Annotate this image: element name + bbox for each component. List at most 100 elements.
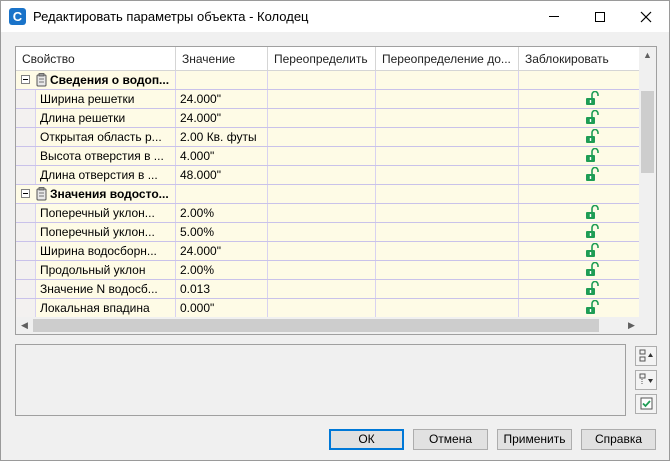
override-value-cell[interactable] <box>376 299 519 317</box>
horizontal-scrollbar[interactable]: ◀ ▶ <box>16 317 640 334</box>
property-value[interactable]: 5.00% <box>176 223 268 241</box>
override-value-cell[interactable] <box>376 147 519 165</box>
property-value[interactable]: 2.00% <box>176 261 268 279</box>
column-header-override-to[interactable]: Переопределение до... <box>376 47 519 71</box>
lock-cell <box>519 71 640 89</box>
override-value-cell[interactable] <box>376 166 519 184</box>
override-value-cell[interactable] <box>376 280 519 298</box>
override-cell[interactable] <box>268 204 376 222</box>
property-name: Локальная впадина <box>36 299 176 317</box>
lock-cell[interactable] <box>519 109 640 127</box>
property-row[interactable]: Поперечный уклон... 2.00% <box>16 204 640 223</box>
vertical-scrollbar[interactable]: ▲ <box>639 47 656 317</box>
property-value[interactable]: 0.000" <box>176 299 268 317</box>
property-value[interactable]: 2.00% <box>176 204 268 222</box>
lock-icon[interactable] <box>585 224 599 239</box>
override-cell[interactable] <box>268 223 376 241</box>
override-value-cell[interactable] <box>376 204 519 222</box>
category-row[interactable]: Сведения о водоп... <box>16 71 640 90</box>
property-value[interactable]: 0.013 <box>176 280 268 298</box>
ok-button[interactable]: ОК <box>329 429 404 450</box>
lock-icon[interactable] <box>585 148 599 163</box>
title-bar[interactable]: C Редактировать параметры объекта - Коло… <box>1 1 669 32</box>
lock-icon[interactable] <box>585 300 599 315</box>
column-header-property[interactable]: Свойство <box>16 47 176 71</box>
override-cell[interactable] <box>268 147 376 165</box>
lock-cell[interactable] <box>519 147 640 165</box>
lock-icon[interactable] <box>585 205 599 220</box>
property-grid[interactable]: Свойство Значение Переопределить Переопр… <box>15 46 657 335</box>
override-cell[interactable] <box>268 299 376 317</box>
property-row[interactable]: Локальная впадина 0.000" <box>16 299 640 318</box>
minimize-button[interactable] <box>531 1 577 32</box>
property-row[interactable]: Продольный уклон 2.00% <box>16 261 640 280</box>
property-row[interactable]: Высота отверстия в ... 4.000" <box>16 147 640 166</box>
property-value[interactable]: 24.000" <box>176 109 268 127</box>
override-cell[interactable] <box>268 90 376 108</box>
lock-cell[interactable] <box>519 242 640 260</box>
show-checked-button[interactable] <box>635 394 657 414</box>
override-cell[interactable] <box>268 166 376 184</box>
scroll-left-icon[interactable]: ◀ <box>16 317 33 334</box>
property-value[interactable]: 24.000" <box>176 242 268 260</box>
lock-cell[interactable] <box>519 128 640 146</box>
lock-icon[interactable] <box>585 110 599 125</box>
lock-cell[interactable] <box>519 90 640 108</box>
lock-cell[interactable] <box>519 261 640 279</box>
override-value-cell[interactable] <box>376 128 519 146</box>
lock-icon[interactable] <box>585 262 599 277</box>
lock-cell[interactable] <box>519 299 640 317</box>
category-row[interactable]: Значения водосто... <box>16 185 640 204</box>
scroll-up-icon[interactable]: ▲ <box>639 47 656 64</box>
property-row[interactable]: Поперечный уклон... 5.00% <box>16 223 640 242</box>
lock-cell[interactable] <box>519 223 640 241</box>
override-cell[interactable] <box>268 128 376 146</box>
property-value <box>176 71 268 89</box>
maximize-button[interactable] <box>577 1 623 32</box>
property-row[interactable]: Открытая область р... 2.00 Кв. футы <box>16 128 640 147</box>
property-row[interactable]: Ширина водосборн... 24.000" <box>16 242 640 261</box>
override-cell[interactable] <box>268 261 376 279</box>
override-value-cell[interactable] <box>376 261 519 279</box>
lock-icon[interactable] <box>585 129 599 144</box>
scrollbar-corner <box>639 317 656 334</box>
column-header-lock[interactable]: Заблокировать <box>519 47 640 71</box>
override-value-cell[interactable] <box>376 90 519 108</box>
lock-cell[interactable] <box>519 280 640 298</box>
column-header-value[interactable]: Значение <box>176 47 268 71</box>
property-row[interactable]: Длина отверстия в ... 48.000" <box>16 166 640 185</box>
lock-icon[interactable] <box>585 281 599 296</box>
horizontal-scroll-thumb[interactable] <box>33 319 599 332</box>
lock-icon[interactable] <box>585 243 599 258</box>
property-row[interactable]: Значение N водосб... 0.013 <box>16 280 640 299</box>
lock-icon[interactable] <box>585 91 599 106</box>
collapse-toggle-icon[interactable] <box>21 75 30 84</box>
expand-all-button[interactable] <box>635 346 657 366</box>
collapse-toggle-icon[interactable] <box>21 189 30 198</box>
override-cell[interactable] <box>268 109 376 127</box>
lock-icon[interactable] <box>585 167 599 182</box>
help-button[interactable]: Справка <box>581 429 656 450</box>
collapse-all-button[interactable] <box>635 370 657 390</box>
property-value[interactable]: 48.000" <box>176 166 268 184</box>
property-row[interactable]: Ширина решетки 24.000" <box>16 90 640 109</box>
property-row[interactable]: Длина решетки 24.000" <box>16 109 640 128</box>
override-value-cell[interactable] <box>376 223 519 241</box>
property-value[interactable]: 24.000" <box>176 90 268 108</box>
cancel-button[interactable]: Отмена <box>413 429 488 450</box>
property-value[interactable]: 4.000" <box>176 147 268 165</box>
override-value-cell[interactable] <box>376 109 519 127</box>
close-button[interactable] <box>623 1 669 32</box>
override-cell[interactable] <box>268 242 376 260</box>
lock-cell[interactable] <box>519 166 640 184</box>
override-value-cell[interactable] <box>376 242 519 260</box>
property-value[interactable]: 2.00 Кв. футы <box>176 128 268 146</box>
apply-button[interactable]: Применить <box>497 429 572 450</box>
lock-cell[interactable] <box>519 204 640 222</box>
row-indent-gutter <box>16 109 36 127</box>
column-header-override[interactable]: Переопределить <box>268 47 376 71</box>
scroll-right-icon[interactable]: ▶ <box>623 317 640 334</box>
vertical-scroll-thumb[interactable] <box>641 91 654 173</box>
override-cell <box>268 71 376 89</box>
override-cell[interactable] <box>268 280 376 298</box>
